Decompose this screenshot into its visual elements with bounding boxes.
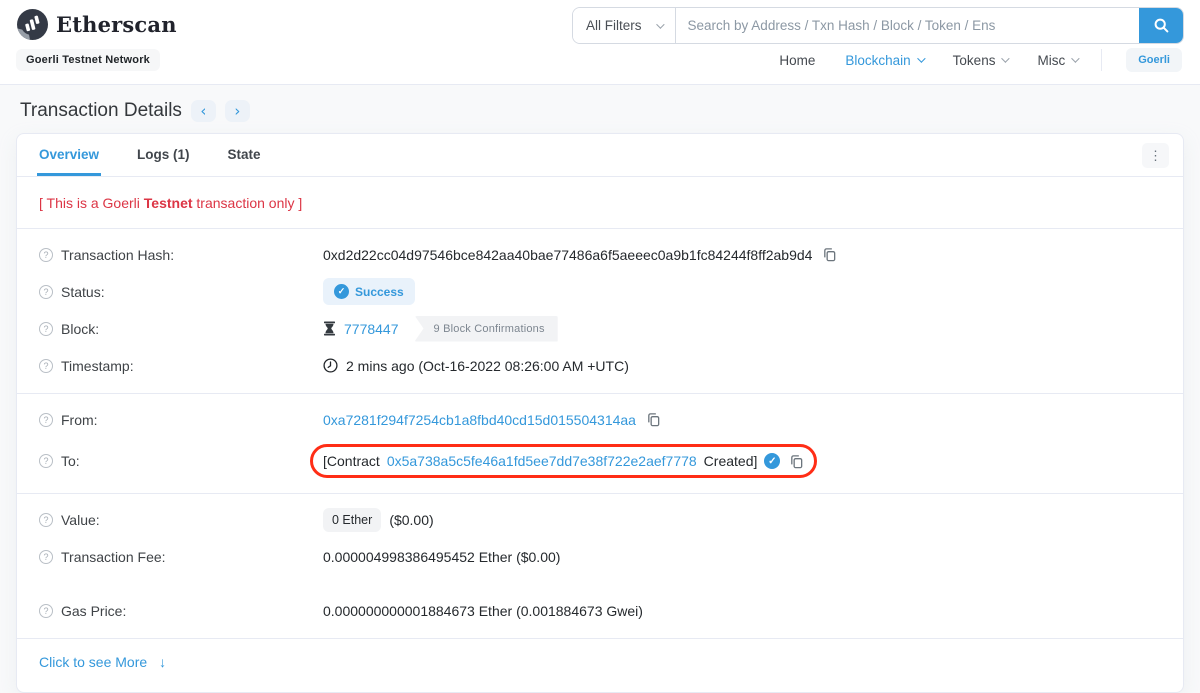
nav-tokens[interactable]: Tokens [952, 52, 1011, 68]
testnet-notice-bold: Testnet [143, 195, 193, 211]
nav-home-label: Home [779, 52, 816, 68]
help-icon[interactable]: ? [39, 454, 53, 468]
site-header: Etherscan All Filters Goerli Testnet Net… [0, 0, 1200, 85]
copy-to-address-button[interactable] [789, 454, 804, 469]
clock-icon [323, 358, 338, 373]
click-to-see-more-label: Click to see More [39, 654, 148, 670]
from-label: From: [61, 411, 98, 428]
row-timestamp: ? Timestamp: 2 mins ago (Oct-16-2022 08:… [31, 347, 1169, 384]
copy-icon [646, 412, 661, 427]
to-contract-suffix: Created] [703, 453, 758, 469]
row-from: ? From: 0xa7281f294f7254cb1a8fbd40cd15d0… [31, 401, 1169, 438]
tab-state[interactable]: State [226, 134, 263, 176]
search-button[interactable] [1139, 8, 1183, 43]
row-value: ? Value: 0 Ether ($0.00) [31, 501, 1169, 538]
main-nav: Home Blockchain Tokens Misc Goerli [779, 48, 1184, 72]
copy-icon [822, 247, 837, 262]
help-icon[interactable]: ? [39, 284, 53, 299]
help-icon[interactable]: ? [39, 247, 53, 262]
transaction-hash-label: Transaction Hash: [61, 246, 175, 263]
search-bar: All Filters [572, 7, 1184, 44]
nav-tokens-label: Tokens [952, 52, 996, 68]
to-contract-prefix: [Contract [323, 453, 380, 469]
network-badge: Goerli Testnet Network [16, 49, 160, 71]
prev-transaction-button[interactable]: ‹ [190, 100, 216, 122]
brand-wordmark: Etherscan [56, 12, 177, 37]
chevron-down-icon [916, 54, 926, 63]
transaction-fee-label: Transaction Fee: [61, 548, 166, 565]
timestamp-label: Timestamp: [61, 357, 134, 374]
arrow-down-icon: ↓ [159, 654, 167, 670]
timestamp-value: 2 mins ago (Oct-16-2022 08:26:00 AM +UTC… [346, 357, 629, 374]
to-contract-address-link[interactable]: 0x5a738a5c5fe46a1fd5ee7dd7e38f722e2aef77… [387, 453, 697, 469]
testnet-notice: [ This is a Goerli Testnet transaction o… [31, 177, 1169, 228]
value-label: Value: [61, 511, 100, 528]
help-icon[interactable]: ? [39, 603, 53, 618]
row-status: ? Status: ✓ Success [31, 273, 1169, 310]
next-transaction-button[interactable]: › [224, 100, 250, 122]
gas-price-value: 0.000000000001884673 Ether (0.001884673 … [323, 602, 643, 619]
search-icon [1154, 18, 1169, 33]
transaction-fee-value: 0.000004998386495452 Ether ($0.00) [323, 548, 561, 565]
help-icon[interactable]: ? [39, 358, 53, 373]
row-transaction-fee: ? Transaction Fee: 0.000004998386495452 … [31, 538, 1169, 575]
kebab-menu-icon: ⋮ [1149, 147, 1162, 163]
etherscan-logo-icon [16, 8, 49, 41]
help-icon[interactable]: ? [39, 512, 53, 527]
nav-divider [1101, 49, 1103, 71]
tab-overview[interactable]: Overview [37, 134, 102, 176]
to-contract-value: [Contract 0x5a738a5c5fe46a1fd5ee7dd7e38f… [310, 444, 818, 478]
row-block: ? Block: 7778447 9 Block Confirmations [31, 310, 1169, 347]
help-icon[interactable]: ? [39, 412, 53, 427]
row-transaction-hash: ? Transaction Hash: 0xd2d22cc04d97546bce… [31, 236, 1169, 273]
copy-icon [789, 454, 804, 469]
help-icon[interactable]: ? [39, 321, 53, 336]
copy-txn-hash-button[interactable] [822, 247, 837, 262]
click-to-see-more-link[interactable]: Click to see More ↓ [39, 654, 166, 670]
search-input[interactable] [675, 8, 1139, 43]
testnet-notice-suffix: transaction only ] [192, 195, 303, 211]
to-label: To: [61, 453, 80, 469]
nav-home[interactable]: Home [779, 53, 815, 68]
search-filter-dropdown[interactable]: All Filters [573, 8, 676, 43]
usd-value: ($0.00) [389, 511, 434, 528]
nav-blockchain-label: Blockchain [845, 52, 911, 68]
etherscan-logo[interactable]: Etherscan [16, 6, 177, 41]
check-circle-icon: ✓ [764, 453, 781, 469]
chevron-down-icon [1001, 54, 1011, 63]
nav-misc[interactable]: Misc [1037, 52, 1080, 68]
from-address-link[interactable]: 0xa7281f294f7254cb1a8fbd40cd15d015504314… [323, 412, 636, 428]
block-confirmations-badge: 9 Block Confirmations [414, 315, 558, 342]
nav-blockchain[interactable]: Blockchain [845, 52, 926, 68]
help-icon[interactable]: ? [39, 549, 53, 564]
card-options-button[interactable]: ⋮ [1142, 142, 1169, 168]
block-label: Block: [61, 320, 100, 337]
tab-logs[interactable]: Logs (1) [135, 134, 192, 176]
transaction-hash-value: 0xd2d22cc04d97546bce842aa40bae77486a6f5a… [323, 246, 813, 263]
copy-from-address-button[interactable] [646, 412, 661, 427]
search-filter-label: All Filters [586, 18, 642, 33]
chevron-down-icon [1071, 54, 1080, 63]
block-number-link[interactable]: 7778447 [344, 321, 399, 337]
status-badge-label: Success [355, 284, 404, 299]
row-to: ? To: [Contract 0x5a738a5c5fe46a1fd5ee7d… [31, 438, 1169, 484]
status-label: Status: [61, 283, 105, 300]
status-badge: ✓ Success [323, 278, 415, 305]
hourglass-icon [323, 321, 336, 336]
check-circle-icon: ✓ [334, 284, 349, 299]
chevron-down-icon [655, 19, 665, 29]
network-switch-button[interactable]: Goerli [1126, 48, 1182, 72]
transaction-card: Overview Logs (1) State ⋮ [ This is a Go… [16, 133, 1184, 693]
ether-value-badge: 0 Ether [323, 507, 382, 532]
page-title: Transaction Details [20, 100, 182, 121]
nav-misc-label: Misc [1037, 52, 1066, 68]
row-gas-price: ? Gas Price: 0.000000000001884673 Ether … [31, 592, 1169, 629]
gas-price-label: Gas Price: [61, 602, 127, 619]
testnet-notice-prefix: [ This is a Goerli [39, 195, 144, 211]
